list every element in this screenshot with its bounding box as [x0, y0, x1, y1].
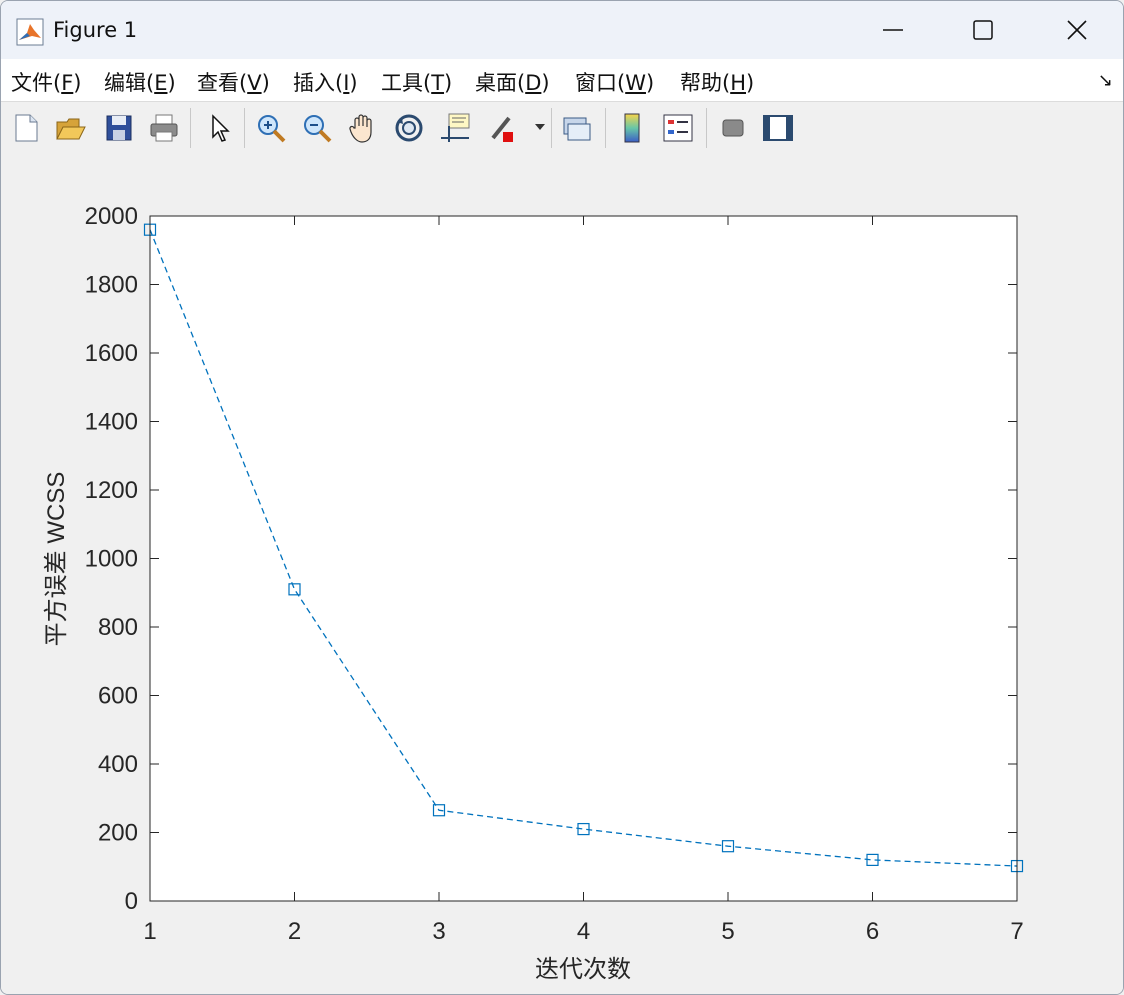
new-figure-icon — [15, 114, 38, 142]
toolbar-separator — [706, 108, 707, 148]
save-icon — [106, 115, 132, 141]
y-tick-label: 800 — [98, 614, 138, 641]
menu-insert[interactable]: 插入(I) — [293, 67, 358, 97]
y-tick-label: 0 — [125, 888, 138, 915]
menu-help[interactable]: 帮助(H) — [680, 67, 754, 97]
data-cursor-button[interactable] — [437, 110, 473, 146]
y-tick-label: 1200 — [85, 477, 138, 504]
save-button[interactable] — [101, 110, 137, 146]
y-tick-label: 400 — [98, 751, 138, 778]
matlab-logo-icon — [16, 18, 44, 46]
zoom-out-icon — [304, 115, 332, 143]
x-tick-label: 6 — [866, 918, 879, 945]
chevron-down-icon — [535, 124, 545, 130]
menu-file[interactable]: 文件(F) — [11, 67, 82, 97]
zoom-in-button[interactable] — [253, 110, 289, 146]
link-plot-button[interactable] — [559, 110, 595, 146]
close-button[interactable] — [1031, 1, 1123, 59]
window-title: Figure 1 — [53, 18, 138, 42]
toolbar-separator — [190, 108, 191, 148]
axes-background — [150, 216, 1017, 901]
toolbar-separator — [551, 108, 552, 148]
y-tick-label: 2000 — [85, 203, 138, 230]
x-tick-label: 2 — [288, 918, 301, 945]
brush-button[interactable] — [483, 110, 519, 146]
dock-arrow-icon[interactable]: ↘ — [1098, 70, 1113, 91]
figure-toolbar — [1, 101, 1123, 155]
colorbar-icon — [624, 113, 640, 143]
y-tick-label: 1800 — [85, 272, 138, 299]
title-bar: Figure 1 — [1, 1, 1123, 59]
data-cursor-icon — [441, 113, 470, 142]
legend-button[interactable] — [660, 110, 696, 146]
zoom-out-button[interactable] — [299, 110, 335, 146]
pan-icon — [349, 114, 372, 143]
menu-edit[interactable]: 编辑(E) — [104, 67, 176, 97]
figure-window: Figure 1 文件(F) 编辑(E) 查看(V) 插入(I) 工具(T) 桌… — [0, 0, 1124, 995]
rotate-button[interactable] — [391, 110, 427, 146]
x-tick-label: 3 — [432, 918, 445, 945]
y-tick-label: 600 — [98, 683, 138, 710]
link-icon — [563, 117, 591, 141]
show-plot-tools-button[interactable] — [760, 110, 796, 146]
menu-desktop[interactable]: 桌面(D) — [475, 67, 550, 97]
x-tick-label: 5 — [721, 918, 734, 945]
menu-view[interactable]: 查看(V) — [197, 67, 270, 97]
brush-dropdown[interactable] — [531, 110, 549, 146]
y-axis-label: 平方误差 WCSS — [43, 472, 70, 647]
new-figure-button[interactable] — [8, 110, 44, 146]
y-tick-label: 1000 — [85, 546, 138, 573]
line-chart: 1 2 3 4 5 6 7 0 200 400 600 800 1000 1200 1400 1600 1800… — [43, 203, 1024, 983]
close-icon — [1067, 20, 1087, 40]
minimize-icon — [883, 29, 903, 31]
maximize-icon — [973, 20, 993, 40]
hide-plot-tools-icon — [722, 119, 744, 137]
minimize-button[interactable] — [847, 1, 939, 59]
hide-plot-tools-button[interactable] — [715, 110, 751, 146]
pointer-icon — [212, 114, 230, 142]
legend-icon — [663, 114, 693, 142]
y-tick-label: 200 — [98, 820, 138, 847]
x-tick-label: 1 — [143, 918, 156, 945]
open-button[interactable] — [53, 110, 89, 146]
zoom-in-icon — [258, 115, 286, 143]
menu-bar: 文件(F) 编辑(E) 查看(V) 插入(I) 工具(T) 桌面(D) 窗口(W… — [1, 59, 1123, 101]
brush-icon — [491, 116, 513, 142]
x-tick-label: 7 — [1010, 918, 1023, 945]
select-button[interactable] — [202, 110, 238, 146]
pan-button[interactable] — [345, 110, 381, 146]
toolbar-separator — [605, 108, 606, 148]
x-tick-label: 4 — [577, 918, 590, 945]
print-button[interactable] — [146, 110, 182, 146]
y-tick-label: 1600 — [85, 340, 138, 367]
show-plot-tools-icon — [763, 115, 793, 141]
toolbar-separator — [244, 108, 245, 148]
menu-tools[interactable]: 工具(T) — [381, 67, 452, 97]
y-tick-label: 1400 — [85, 409, 138, 436]
figure-area: 1 2 3 4 5 6 7 0 200 400 600 800 1000 1200 1400 1600 1800… — [1, 153, 1123, 994]
x-axis-label: 迭代次数 — [535, 956, 631, 983]
maximize-button[interactable] — [937, 1, 1029, 59]
open-icon — [56, 118, 86, 140]
colorbar-button[interactable] — [614, 110, 650, 146]
menu-window[interactable]: 窗口(W) — [575, 67, 654, 97]
rotate-icon — [395, 114, 423, 142]
print-icon — [150, 114, 178, 142]
